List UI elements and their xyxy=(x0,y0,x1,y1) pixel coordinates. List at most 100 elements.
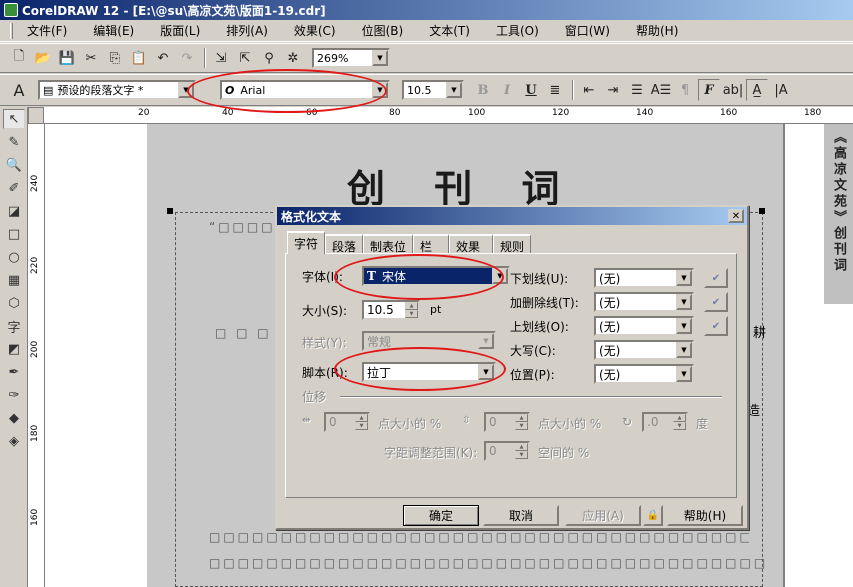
menu-file[interactable]: 文件(F) xyxy=(27,22,67,39)
tab-rules[interactable]: 规则 xyxy=(493,234,532,254)
drop-cap-icon[interactable]: A☰ xyxy=(650,79,672,101)
menu-window[interactable]: 窗口(W) xyxy=(565,22,610,39)
chevron-down-icon[interactable]: ▼ xyxy=(676,318,692,334)
spin-up-icon[interactable]: ▲ xyxy=(355,414,368,422)
show-nonprinting-icon[interactable]: ¶ xyxy=(674,79,696,101)
interactive-fill-tool-icon[interactable]: ◈ xyxy=(3,431,25,451)
text-tool-icon[interactable]: 字 xyxy=(3,316,25,336)
underline-combo[interactable]: (无) ▼ xyxy=(594,268,694,288)
export-icon[interactable]: ⇱ xyxy=(234,47,256,69)
chevron-down-icon[interactable]: ▼ xyxy=(372,50,388,66)
smart-fill-tool-icon[interactable]: ◪ xyxy=(3,201,25,221)
rectangle-tool-icon[interactable]: □ xyxy=(3,224,25,244)
italic-icon[interactable]: I xyxy=(496,79,518,101)
ok-button[interactable]: 确定 xyxy=(403,505,479,526)
underline-edit-button[interactable]: ✔ xyxy=(704,268,728,288)
uppercase-combo[interactable]: (无) ▼ xyxy=(594,340,694,360)
close-icon[interactable]: ✕ xyxy=(728,209,744,223)
menu-help[interactable]: 帮助(H) xyxy=(636,22,678,39)
spin-up-icon[interactable]: ▲ xyxy=(405,302,418,310)
strikethrough-combo[interactable]: (无) ▼ xyxy=(594,292,694,312)
new-document-icon[interactable]: 🗋 xyxy=(8,47,30,69)
pick-tool-icon[interactable]: ↖ xyxy=(3,109,25,129)
interactive-blend-tool-icon[interactable]: ◩ xyxy=(3,339,25,359)
shape-tool-icon[interactable]: ✎ xyxy=(3,132,25,152)
cancel-button[interactable]: 取消 xyxy=(483,505,559,526)
decrease-indent-icon[interactable]: ⇤ xyxy=(578,79,600,101)
underline-icon[interactable]: U xyxy=(520,79,542,101)
rotation-spinner[interactable]: .0 ▲ ▼ xyxy=(642,412,688,432)
tab-columns[interactable]: 栏 xyxy=(413,234,450,254)
paste-icon[interactable]: 📋 xyxy=(128,47,150,69)
menu-layout[interactable]: 版面(L) xyxy=(160,22,200,39)
spin-down-icon[interactable]: ▼ xyxy=(515,451,528,459)
freehand-tool-icon[interactable]: ✐ xyxy=(3,178,25,198)
tab-character[interactable]: 字符 xyxy=(287,231,326,254)
spin-down-icon[interactable]: ▼ xyxy=(673,422,686,430)
strikethrough-edit-button[interactable]: ✔ xyxy=(704,292,728,312)
vertical-shift-spinner[interactable]: 0 ▲ ▼ xyxy=(484,412,530,432)
kerning-spinner[interactable]: 0 ▲ ▼ xyxy=(484,441,530,461)
horizontal-shift-spinner[interactable]: 0 ▲ ▼ xyxy=(324,412,370,432)
paragraph-style-combo[interactable]: ▤ 预设的段落文字 * ▼ xyxy=(38,80,196,100)
menu-effects[interactable]: 效果(C) xyxy=(294,22,336,39)
cut-icon[interactable]: ✂ xyxy=(80,47,102,69)
increase-indent-icon[interactable]: ⇥ xyxy=(602,79,624,101)
menu-text[interactable]: 文本(T) xyxy=(429,22,470,39)
size-spinner[interactable]: 10.5 ▲ ▼ xyxy=(362,300,420,320)
chevron-down-icon[interactable]: ▼ xyxy=(446,82,462,98)
horizontal-ruler[interactable]: 20 40 60 80 100 120 140 160 180 xyxy=(44,107,853,124)
overline-edit-button[interactable]: ✔ xyxy=(704,316,728,336)
open-icon[interactable]: 📂 xyxy=(32,47,54,69)
menu-bitmaps[interactable]: 位图(B) xyxy=(362,22,404,39)
menu-edit[interactable]: 编辑(E) xyxy=(93,22,134,39)
undo-icon[interactable]: ↶ xyxy=(152,47,174,69)
chevron-down-icon[interactable]: ▼ xyxy=(478,333,494,349)
tab-paragraph[interactable]: 段落 xyxy=(325,234,364,254)
ellipse-tool-icon[interactable]: ○ xyxy=(3,247,25,267)
horizontal-align-icon[interactable]: ≣ xyxy=(544,79,566,101)
copy-icon[interactable]: ⎘ xyxy=(104,47,126,69)
chevron-down-icon[interactable]: ▼ xyxy=(676,294,692,310)
zoom-level-combo[interactable]: 269% ▼ xyxy=(312,48,390,68)
format-text-icon[interactable]: F xyxy=(698,79,720,101)
chevron-down-icon[interactable]: ▼ xyxy=(676,270,692,286)
outline-tool-icon[interactable]: ✑ xyxy=(3,385,25,405)
bold-icon[interactable]: B xyxy=(472,79,494,101)
save-icon[interactable]: 💾 xyxy=(56,47,78,69)
spin-down-icon[interactable]: ▼ xyxy=(405,310,418,318)
fill-tool-icon[interactable]: ◆ xyxy=(3,408,25,428)
application-launcher-icon[interactable]: ⚲ xyxy=(258,47,280,69)
horizontal-text-icon[interactable]: A̲ xyxy=(746,79,768,101)
vertical-text-icon[interactable]: |A xyxy=(770,79,792,101)
eyedropper-tool-icon[interactable]: ✒ xyxy=(3,362,25,382)
spin-up-icon[interactable]: ▲ xyxy=(673,414,686,422)
overline-combo[interactable]: (无) ▼ xyxy=(594,316,694,336)
selection-handle[interactable] xyxy=(759,208,765,214)
bullet-list-icon[interactable]: ☰ xyxy=(626,79,648,101)
menu-arrange[interactable]: 排列(A) xyxy=(226,22,268,39)
zoom-tool-icon[interactable]: 🔍 xyxy=(3,155,25,175)
position-combo[interactable]: (无) ▼ xyxy=(594,364,694,384)
ruler-origin[interactable] xyxy=(28,107,44,124)
corel-online-icon[interactable]: ✲ xyxy=(282,47,304,69)
vertical-ruler[interactable]: 240 220 200 180 160 xyxy=(28,124,45,587)
selection-handle[interactable] xyxy=(167,208,173,214)
chevron-down-icon[interactable]: ▼ xyxy=(676,342,692,358)
edit-text-icon[interactable]: ab| xyxy=(722,79,744,101)
basic-shapes-tool-icon[interactable]: ⬡ xyxy=(3,293,25,313)
spin-up-icon[interactable]: ▲ xyxy=(515,443,528,451)
menu-tools[interactable]: 工具(O) xyxy=(496,22,539,39)
tab-tabs[interactable]: 制表位 xyxy=(363,234,414,254)
lock-icon[interactable]: 🔒 xyxy=(643,505,663,526)
apply-button[interactable]: 应用(A) xyxy=(565,505,641,526)
import-icon[interactable]: ⇲ xyxy=(210,47,232,69)
spin-down-icon[interactable]: ▼ xyxy=(355,422,368,430)
tab-effects[interactable]: 效果 xyxy=(449,234,494,254)
font-size-combo[interactable]: 10.5 ▼ xyxy=(402,80,464,100)
dialog-title-bar[interactable]: 格式化文本 ✕ xyxy=(277,207,747,225)
graph-paper-tool-icon[interactable]: ▦ xyxy=(3,270,25,290)
chevron-down-icon[interactable]: ▼ xyxy=(676,366,692,382)
redo-icon[interactable]: ↷ xyxy=(176,47,198,69)
spin-up-icon[interactable]: ▲ xyxy=(515,414,528,422)
